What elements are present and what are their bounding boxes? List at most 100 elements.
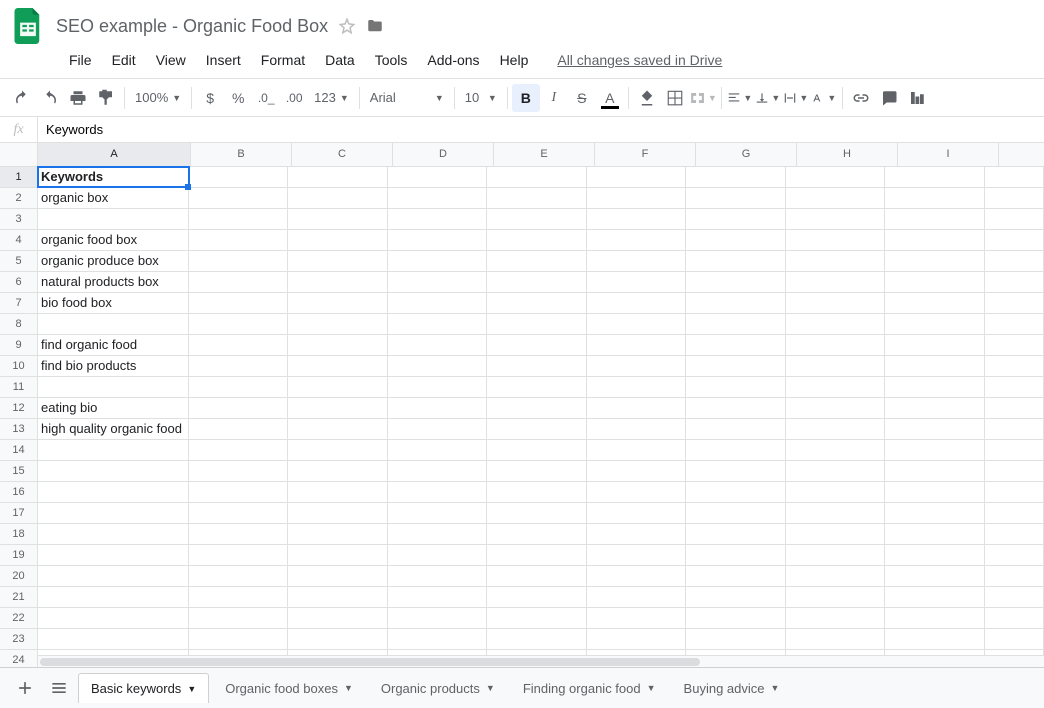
- cell-F14[interactable]: [587, 440, 687, 460]
- bold-button[interactable]: B: [512, 84, 540, 112]
- cell-F22[interactable]: [587, 608, 687, 628]
- chevron-down-icon[interactable]: ▼: [647, 683, 656, 693]
- cell-C18[interactable]: [288, 524, 388, 544]
- menu-file[interactable]: File: [60, 48, 101, 72]
- row-header-16[interactable]: 16: [0, 482, 38, 502]
- cell-E11[interactable]: [487, 377, 587, 397]
- cell-E15[interactable]: [487, 461, 587, 481]
- cell-F6[interactable]: [587, 272, 687, 292]
- format-percent-button[interactable]: %: [224, 84, 252, 112]
- cell-E5[interactable]: [487, 251, 587, 271]
- cell-partial[interactable]: [985, 209, 1044, 229]
- cell-H15[interactable]: [786, 461, 886, 481]
- font-size-select[interactable]: 10▼: [459, 87, 503, 108]
- row-header-8[interactable]: 8: [0, 314, 38, 334]
- cell-A8[interactable]: [38, 314, 189, 334]
- vertical-align-button[interactable]: ▼: [754, 84, 782, 112]
- col-header-C[interactable]: C: [292, 143, 393, 166]
- cell-I5[interactable]: [885, 251, 985, 271]
- row-header-6[interactable]: 6: [0, 272, 38, 292]
- cell-H1[interactable]: [786, 167, 886, 187]
- cell-A19[interactable]: [38, 545, 189, 565]
- cell-I12[interactable]: [885, 398, 985, 418]
- cell-partial[interactable]: [985, 356, 1044, 376]
- menu-add-ons[interactable]: Add-ons: [418, 48, 488, 72]
- cell-D21[interactable]: [388, 587, 488, 607]
- cell-G3[interactable]: [686, 209, 786, 229]
- number-format-select[interactable]: 123▼: [308, 87, 355, 108]
- cell-E14[interactable]: [487, 440, 587, 460]
- col-header-F[interactable]: F: [595, 143, 696, 166]
- cell-I6[interactable]: [885, 272, 985, 292]
- cell-H11[interactable]: [786, 377, 886, 397]
- cell-E9[interactable]: [487, 335, 587, 355]
- cell-D1[interactable]: [388, 167, 488, 187]
- cell-I3[interactable]: [885, 209, 985, 229]
- cell-G14[interactable]: [686, 440, 786, 460]
- cell-D9[interactable]: [388, 335, 488, 355]
- document-title[interactable]: SEO example - Organic Food Box: [56, 16, 328, 37]
- cell-H23[interactable]: [786, 629, 886, 649]
- cell-F9[interactable]: [587, 335, 687, 355]
- cell-A7[interactable]: bio food box: [38, 293, 189, 313]
- chevron-down-icon[interactable]: ▼: [771, 683, 780, 693]
- cell-E12[interactable]: [487, 398, 587, 418]
- cell-partial[interactable]: [985, 524, 1044, 544]
- cell-partial[interactable]: [985, 629, 1044, 649]
- cell-F17[interactable]: [587, 503, 687, 523]
- zoom-select[interactable]: 100%▼: [129, 87, 187, 108]
- cell-F15[interactable]: [587, 461, 687, 481]
- sheet-tab[interactable]: Organic food boxes▼: [213, 673, 365, 703]
- paint-format-button[interactable]: [92, 84, 120, 112]
- cell-H8[interactable]: [786, 314, 886, 334]
- row-header-18[interactable]: 18: [0, 524, 38, 544]
- cell-A15[interactable]: [38, 461, 189, 481]
- cell-F18[interactable]: [587, 524, 687, 544]
- cell-D5[interactable]: [388, 251, 488, 271]
- cell-I9[interactable]: [885, 335, 985, 355]
- cell-B15[interactable]: [189, 461, 289, 481]
- select-all-corner[interactable]: [0, 143, 38, 166]
- cell-C7[interactable]: [288, 293, 388, 313]
- add-sheet-button[interactable]: [8, 673, 42, 703]
- cell-A12[interactable]: eating bio: [38, 398, 189, 418]
- row-header-12[interactable]: 12: [0, 398, 38, 418]
- cell-partial[interactable]: [985, 188, 1044, 208]
- cell-C16[interactable]: [288, 482, 388, 502]
- cell-C15[interactable]: [288, 461, 388, 481]
- cell-A14[interactable]: [38, 440, 189, 460]
- cell-H21[interactable]: [786, 587, 886, 607]
- star-icon[interactable]: [338, 17, 356, 35]
- cell-B19[interactable]: [189, 545, 289, 565]
- cell-G16[interactable]: [686, 482, 786, 502]
- horizontal-align-button[interactable]: ▼: [726, 84, 754, 112]
- cell-A1[interactable]: Keywords: [38, 167, 189, 187]
- cell-B21[interactable]: [189, 587, 289, 607]
- cell-I1[interactable]: [885, 167, 985, 187]
- italic-button[interactable]: I: [540, 84, 568, 112]
- cell-C9[interactable]: [288, 335, 388, 355]
- cell-E17[interactable]: [487, 503, 587, 523]
- cell-I16[interactable]: [885, 482, 985, 502]
- cell-H13[interactable]: [786, 419, 886, 439]
- col-header-H[interactable]: H: [797, 143, 898, 166]
- cell-H18[interactable]: [786, 524, 886, 544]
- cell-D12[interactable]: [388, 398, 488, 418]
- cell-F16[interactable]: [587, 482, 687, 502]
- col-header-I[interactable]: I: [898, 143, 999, 166]
- sheet-tab[interactable]: Basic keywords▼: [78, 673, 209, 703]
- cell-F20[interactable]: [587, 566, 687, 586]
- chevron-down-icon[interactable]: ▼: [344, 683, 353, 693]
- save-status[interactable]: All changes saved in Drive: [557, 52, 722, 68]
- menu-data[interactable]: Data: [316, 48, 364, 72]
- cell-G22[interactable]: [686, 608, 786, 628]
- cell-C8[interactable]: [288, 314, 388, 334]
- cell-I8[interactable]: [885, 314, 985, 334]
- cell-D17[interactable]: [388, 503, 488, 523]
- cell-B16[interactable]: [189, 482, 289, 502]
- cell-partial[interactable]: [985, 440, 1044, 460]
- cell-A4[interactable]: organic food box: [38, 230, 189, 250]
- cell-G18[interactable]: [686, 524, 786, 544]
- cell-partial[interactable]: [985, 545, 1044, 565]
- cell-F1[interactable]: [587, 167, 687, 187]
